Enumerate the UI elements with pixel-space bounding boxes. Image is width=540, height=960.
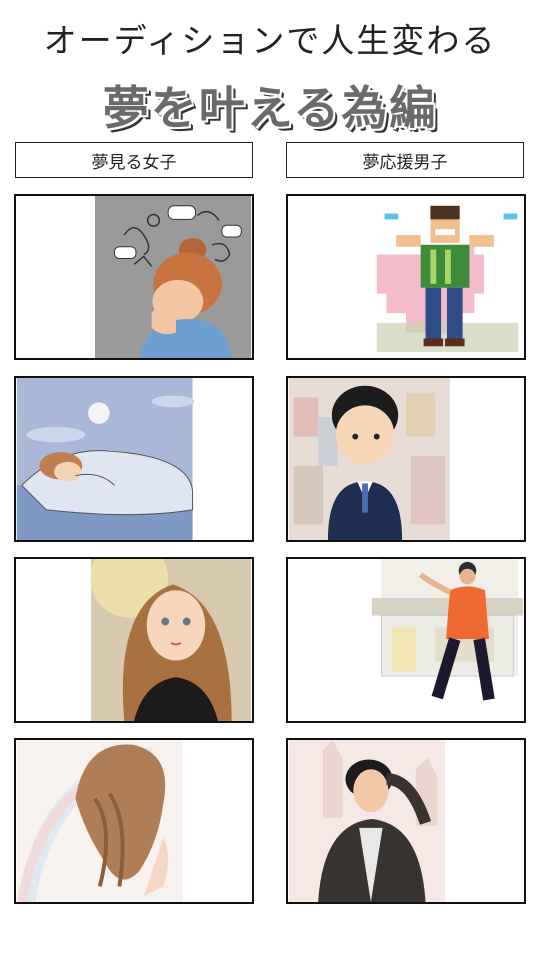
panel-sleeping-girl[interactable] bbox=[14, 376, 254, 542]
panel-waving-man[interactable] bbox=[286, 557, 526, 723]
posing-man-illustration bbox=[288, 740, 446, 902]
panel-dreaming-girl[interactable] bbox=[14, 557, 254, 723]
page-title: 夢を叶える為編 bbox=[102, 81, 438, 135]
sleeping-girl-illustration bbox=[16, 378, 195, 540]
panel-girl-back-hair[interactable] bbox=[14, 738, 254, 904]
pixel-cheering-boy-illustration bbox=[376, 205, 519, 353]
page-subtitle: オーディションで人生変わる bbox=[43, 21, 497, 60]
panel-posing-man[interactable] bbox=[286, 738, 526, 904]
column-label-supporting-boy: 夢応援男子 bbox=[286, 142, 524, 178]
panel-worried-businessman[interactable] bbox=[286, 376, 526, 542]
stressed-girl-illustration bbox=[94, 196, 252, 358]
dreaming-girl-portrait bbox=[90, 559, 252, 721]
panel-stressed-girl[interactable] bbox=[14, 194, 254, 360]
column-label-dreaming-girl: 夢見る女子 bbox=[15, 142, 253, 178]
worried-businessman-illustration bbox=[288, 378, 450, 540]
panel-pixel-cheering-boy[interactable] bbox=[286, 194, 526, 360]
waving-man-illustration bbox=[371, 559, 524, 701]
girl-back-hair-illustration bbox=[16, 740, 183, 902]
